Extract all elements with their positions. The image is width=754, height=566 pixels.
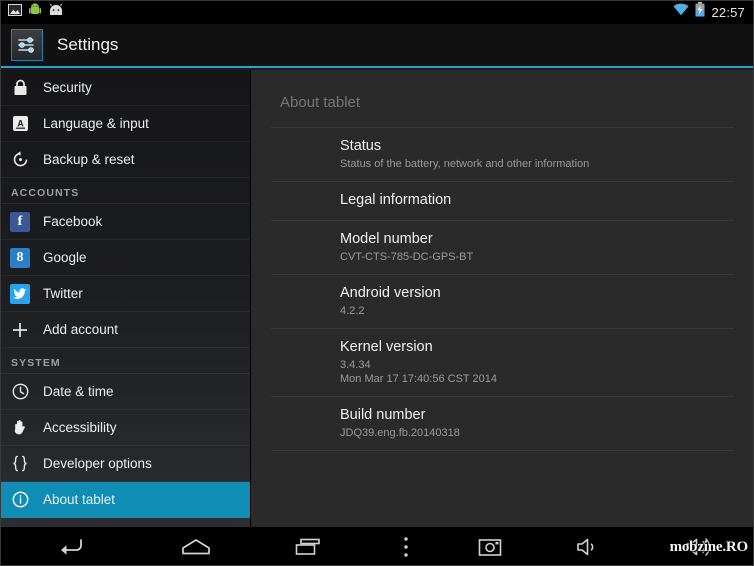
sidebar-item-label: Add account	[43, 322, 119, 337]
back-icon[interactable]	[0, 527, 140, 566]
hand-icon	[9, 417, 31, 439]
sidebar-item-developer-options[interactable]: Developer options	[0, 446, 250, 482]
preference-subtitle: JDQ39.eng.fb.20140318	[340, 427, 460, 439]
preference-title: Build number	[340, 407, 426, 423]
preference-android-version[interactable]: Android version 4.2.2	[271, 274, 734, 328]
lock-icon	[9, 77, 31, 99]
sidebar-item-label: Backup & reset	[43, 152, 135, 167]
camera-icon[interactable]	[448, 527, 532, 566]
wifi-icon	[673, 3, 690, 21]
sidebar-item-label: Developer options	[43, 456, 152, 471]
sidebar-item-label: Language & input	[43, 116, 149, 131]
android-figure-icon	[29, 2, 41, 22]
panel-title: About tablet	[280, 94, 361, 111]
sidebar-item-accessibility[interactable]: Accessibility	[0, 410, 250, 446]
preference-build-number[interactable]: Build number JDQ39.eng.fb.20140318	[271, 396, 734, 451]
settings-sidebar[interactable]: Security A Language & input Backup & res…	[0, 70, 251, 527]
language-a-icon: A	[9, 113, 31, 135]
sidebar-item-about-tablet[interactable]: About tablet	[0, 482, 250, 518]
preference-title: Model number	[340, 231, 433, 247]
clock-icon	[9, 381, 31, 403]
watermark: mobzine.RO	[669, 539, 749, 555]
sidebar-item-facebook[interactable]: f Facebook	[0, 204, 250, 240]
preference-kernel-version[interactable]: Kernel version 3.4.34 Mon Mar 17 17:40:5…	[271, 328, 734, 396]
preference-subtitle: CVT-CTS-785-DC-GPS-BT	[340, 251, 474, 263]
status-bar-clock: 22:57	[711, 4, 745, 20]
recents-icon[interactable]	[252, 527, 364, 566]
page-title: Settings	[57, 35, 119, 54]
sidebar-item-google[interactable]: 8 Google	[0, 240, 250, 276]
preference-title: Status	[340, 138, 382, 154]
sidebar-item-label: Accessibility	[43, 420, 117, 435]
preference-title: Android version	[340, 285, 441, 301]
sidebar-item-label: About tablet	[43, 492, 116, 507]
about-tablet-panel: About tablet Status Status of the batter…	[251, 70, 754, 527]
sidebar-item-label: Facebook	[43, 214, 103, 229]
home-icon[interactable]	[140, 527, 252, 566]
preference-title: Legal information	[340, 192, 452, 208]
preference-title: Kernel version	[340, 339, 433, 355]
twitter-icon	[9, 283, 31, 305]
preference-status[interactable]: Status Status of the battery, network an…	[271, 127, 734, 181]
menu-dots-icon[interactable]	[364, 527, 448, 566]
settings-sliders-icon[interactable]	[11, 29, 43, 61]
action-bar: Settings	[0, 24, 754, 68]
plus-icon	[9, 319, 31, 341]
sidebar-section-label: SYSTEM	[11, 357, 61, 369]
google-icon: 8	[9, 247, 31, 269]
info-circle-icon	[9, 489, 31, 511]
braces-icon	[9, 453, 31, 475]
sidebar-item-language-input[interactable]: A Language & input	[0, 106, 250, 142]
preference-subtitle: 4.2.2	[340, 305, 365, 317]
battery-charging-icon	[695, 2, 705, 22]
content-area: Security A Language & input Backup & res…	[0, 70, 754, 527]
sidebar-item-label: Google	[43, 250, 87, 265]
sidebar-section-label: ACCOUNTS	[11, 187, 80, 199]
screenshot-icon	[8, 3, 22, 21]
sidebar-item-backup-reset[interactable]: Backup & reset	[0, 142, 250, 178]
android-head-icon	[48, 3, 64, 21]
facebook-icon: f	[9, 211, 31, 233]
backup-restore-icon	[9, 149, 31, 171]
sidebar-item-label: Twitter	[43, 286, 83, 301]
navigation-bar: mobzine.RO	[0, 527, 754, 566]
preference-subtitle: Status of the battery, network and other…	[340, 158, 590, 170]
sidebar-item-add-account[interactable]: Add account	[0, 312, 250, 348]
sidebar-section-system: SYSTEM	[0, 348, 250, 374]
volume-down-icon[interactable]	[532, 527, 643, 566]
sidebar-item-security[interactable]: Security	[0, 70, 250, 106]
preference-legal-information[interactable]: Legal information	[271, 181, 734, 220]
preference-subtitle: 3.4.34 Mon Mar 17 17:40:56 CST 2014	[340, 359, 497, 385]
sidebar-section-accounts: ACCOUNTS	[0, 178, 250, 204]
sidebar-item-label: Date & time	[43, 384, 114, 399]
status-bar: 22:57	[0, 0, 754, 24]
preference-list: Status Status of the battery, network an…	[251, 127, 754, 451]
status-bar-left-icons	[0, 2, 64, 22]
preference-model-number[interactable]: Model number CVT-CTS-785-DC-GPS-BT	[271, 220, 734, 274]
status-bar-right-icons: 22:57	[673, 2, 754, 22]
sidebar-item-date-time[interactable]: Date & time	[0, 374, 250, 410]
sidebar-item-twitter[interactable]: Twitter	[0, 276, 250, 312]
svg-text:A: A	[17, 119, 24, 129]
sidebar-item-label: Security	[43, 80, 92, 95]
tablet-screen: 22:57 Settings Security A Language & inp…	[0, 0, 754, 566]
